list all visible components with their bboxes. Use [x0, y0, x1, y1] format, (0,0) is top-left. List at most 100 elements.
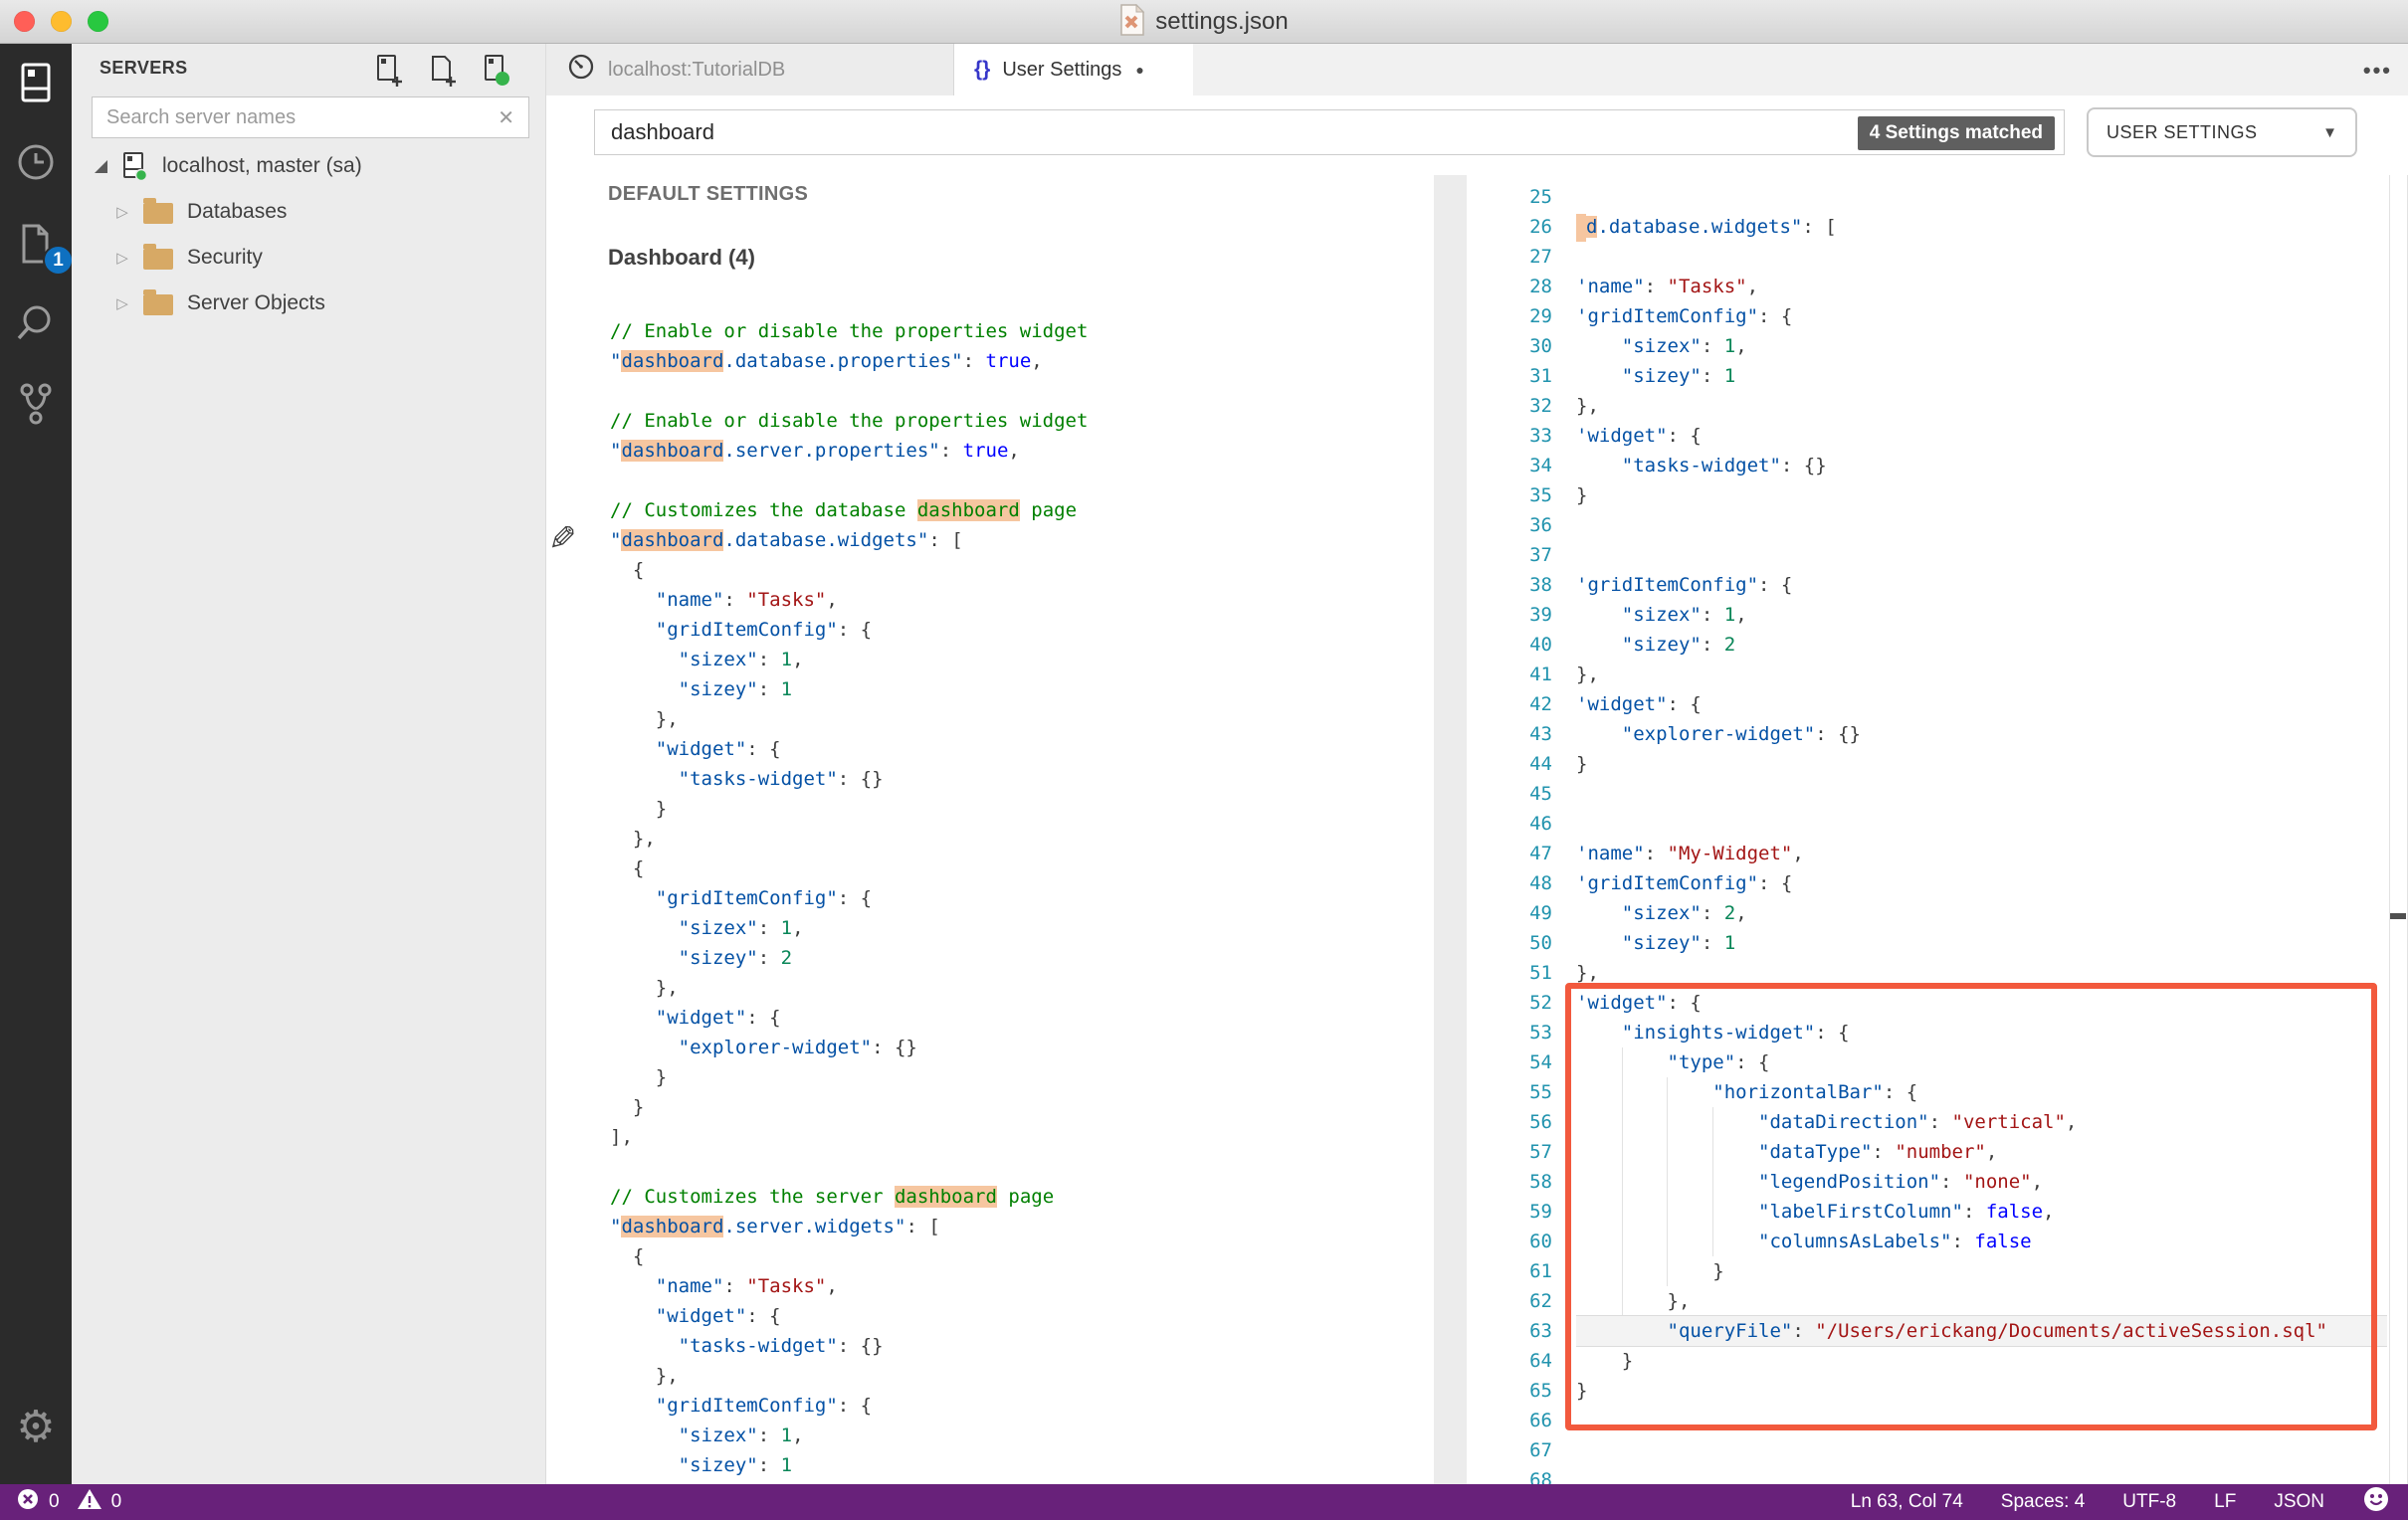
code-line[interactable]: 64 } [1467, 1346, 2408, 1376]
code-line[interactable]: 37 [1467, 540, 2408, 570]
code-line[interactable]: "sizey": 1 [610, 1450, 1088, 1480]
line-number[interactable]: 57 [1467, 1137, 1552, 1167]
code-line[interactable]: 39 "sizex": 1, [1467, 600, 2408, 630]
code-line[interactable]: } [610, 1092, 1088, 1122]
new-connection-icon[interactable] [370, 53, 404, 87]
more-actions-icon[interactable]: ••• [2363, 58, 2392, 84]
code-line[interactable]: // Enable or disable the properties widg… [610, 316, 1088, 346]
line-number[interactable]: 46 [1467, 809, 1552, 839]
status-indentation[interactable]: Spaces: 4 [2001, 1491, 2086, 1513]
line-number[interactable]: 48 [1467, 868, 1552, 898]
code-line[interactable]: "sizey": 1 [610, 674, 1088, 704]
code-line[interactable]: }, [610, 1361, 1088, 1391]
code-line[interactable]: } [610, 794, 1088, 824]
open-editors-icon[interactable]: 1 [13, 221, 74, 276]
code-line[interactable]: "explorer-widget": {} [610, 1033, 1088, 1062]
status-cursor-position[interactable]: Ln 63, Col 74 [1851, 1491, 1963, 1513]
status-eol[interactable]: LF [2214, 1491, 2236, 1513]
code-line[interactable]: 38'gridItemConfig": { [1467, 570, 2408, 600]
line-number[interactable]: 62 [1467, 1286, 1552, 1316]
code-line[interactable]: 31 "sizey": 1 [1467, 361, 2408, 391]
code-line[interactable]: 61 } [1467, 1256, 2408, 1286]
line-number[interactable]: 64 [1467, 1346, 1552, 1376]
line-number[interactable]: 45 [1467, 779, 1552, 809]
settings-scope-dropdown[interactable]: USER SETTINGS ▼ [2087, 107, 2357, 157]
code-line[interactable]: 52'widget": { [1467, 988, 2408, 1018]
line-number[interactable]: 31 [1467, 361, 1552, 391]
warnings-count[interactable]: 0 [111, 1491, 122, 1513]
tab-localhost-tutorialdb[interactable]: localhost:TutorialDB [546, 44, 954, 95]
code-line[interactable]: 28'name": "Tasks", [1467, 272, 2408, 301]
code-line[interactable]: 35} [1467, 480, 2408, 510]
task-history-icon[interactable] [13, 139, 59, 185]
line-number[interactable]: 33 [1467, 421, 1552, 451]
line-number[interactable]: 34 [1467, 451, 1552, 480]
errors-count[interactable]: 0 [49, 1491, 60, 1513]
code-line[interactable]: 40 "sizey": 2 [1467, 630, 2408, 660]
line-number[interactable]: 32 [1467, 391, 1552, 421]
line-number[interactable]: 55 [1467, 1077, 1552, 1107]
code-line[interactable] [610, 376, 1088, 406]
line-number[interactable]: 38 [1467, 570, 1552, 600]
code-line[interactable]: 33'widget": { [1467, 421, 2408, 451]
tree-item-localhost-master-sa[interactable]: localhost, master (sa) [72, 143, 545, 189]
code-line[interactable]: "gridItemConfig": { [610, 883, 1088, 913]
overview-ruler[interactable] [2389, 175, 2390, 1484]
code-line[interactable]: // Customizes the server dashboard page [610, 1182, 1088, 1212]
tree-item-server-objects[interactable]: ▷ Server Objects [72, 281, 545, 326]
code-line[interactable]: 68 [1467, 1465, 2408, 1484]
code-line[interactable]: 66 [1467, 1406, 2408, 1435]
code-line[interactable]: 58 "legendPosition": "none", [1467, 1167, 2408, 1197]
code-line[interactable]: }, [610, 973, 1088, 1003]
code-line[interactable]: 44} [1467, 749, 2408, 779]
code-line[interactable]: }, [610, 824, 1088, 854]
line-number[interactable]: 37 [1467, 540, 1552, 570]
line-number[interactable]: 51 [1467, 958, 1552, 988]
code-line-current[interactable]: 63 "queryFile": "/Users/erickang/Documen… [1467, 1316, 2408, 1346]
line-number[interactable]: 35 [1467, 480, 1552, 510]
line-number[interactable]: 53 [1467, 1018, 1552, 1047]
code-line[interactable]: 59 "labelFirstColumn": false, [1467, 1197, 2408, 1227]
unsaved-dot-icon[interactable]: ● [1135, 62, 1143, 78]
line-number[interactable]: 47 [1467, 839, 1552, 868]
code-line[interactable]: 29'gridItemConfig": { [1467, 301, 2408, 331]
line-number[interactable]: 49 [1467, 898, 1552, 928]
code-line[interactable]: "tasks-widget": {} [610, 1331, 1088, 1361]
code-line[interactable]: 42'widget": { [1467, 689, 2408, 719]
code-line[interactable]: 26 d.database.widgets": [ [1467, 212, 2408, 242]
line-number[interactable]: 52 [1467, 988, 1552, 1018]
code-line[interactable]: "sizex": 1, [610, 1421, 1088, 1450]
code-line[interactable]: "sizey": 2 [610, 943, 1088, 973]
code-line[interactable]: 62 }, [1467, 1286, 2408, 1316]
line-number[interactable]: 68 [1467, 1465, 1552, 1484]
line-number[interactable]: 44 [1467, 749, 1552, 779]
line-number[interactable]: 65 [1467, 1376, 1552, 1406]
code-line[interactable]: 57 "dataType": "number", [1467, 1137, 2408, 1167]
line-number[interactable]: 40 [1467, 630, 1552, 660]
line-number[interactable]: 43 [1467, 719, 1552, 749]
dashboard-group-header[interactable]: Dashboard (4) [598, 245, 755, 271]
line-number[interactable]: 41 [1467, 660, 1552, 689]
code-line[interactable] [610, 466, 1088, 495]
line-number[interactable]: 61 [1467, 1256, 1552, 1286]
line-number[interactable]: 39 [1467, 600, 1552, 630]
search-icon[interactable] [13, 300, 59, 346]
code-line[interactable]: { [610, 854, 1088, 883]
status-language-mode[interactable]: JSON [2274, 1491, 2324, 1513]
edit-setting-pencil-icon[interactable]: ✎ [548, 519, 577, 559]
code-line[interactable]: 51}, [1467, 958, 2408, 988]
code-line[interactable]: 46 [1467, 809, 2408, 839]
code-line[interactable]: 49 "sizex": 2, [1467, 898, 2408, 928]
feedback-smiley-icon[interactable] [2362, 1485, 2390, 1519]
line-number[interactable]: 28 [1467, 272, 1552, 301]
code-line[interactable]: { [610, 555, 1088, 585]
new-server-group-icon[interactable] [424, 53, 458, 87]
code-line[interactable]: "widget": { [610, 1301, 1088, 1331]
code-line[interactable]: "tasks-widget": {} [610, 764, 1088, 794]
line-number[interactable]: 58 [1467, 1167, 1552, 1197]
code-line[interactable]: ], [610, 1122, 1088, 1152]
code-line[interactable]: "sizex": 1, [610, 645, 1088, 674]
line-number[interactable]: 56 [1467, 1107, 1552, 1137]
expand-icon[interactable]: ▷ [107, 203, 137, 221]
source-control-icon[interactable] [13, 380, 59, 426]
